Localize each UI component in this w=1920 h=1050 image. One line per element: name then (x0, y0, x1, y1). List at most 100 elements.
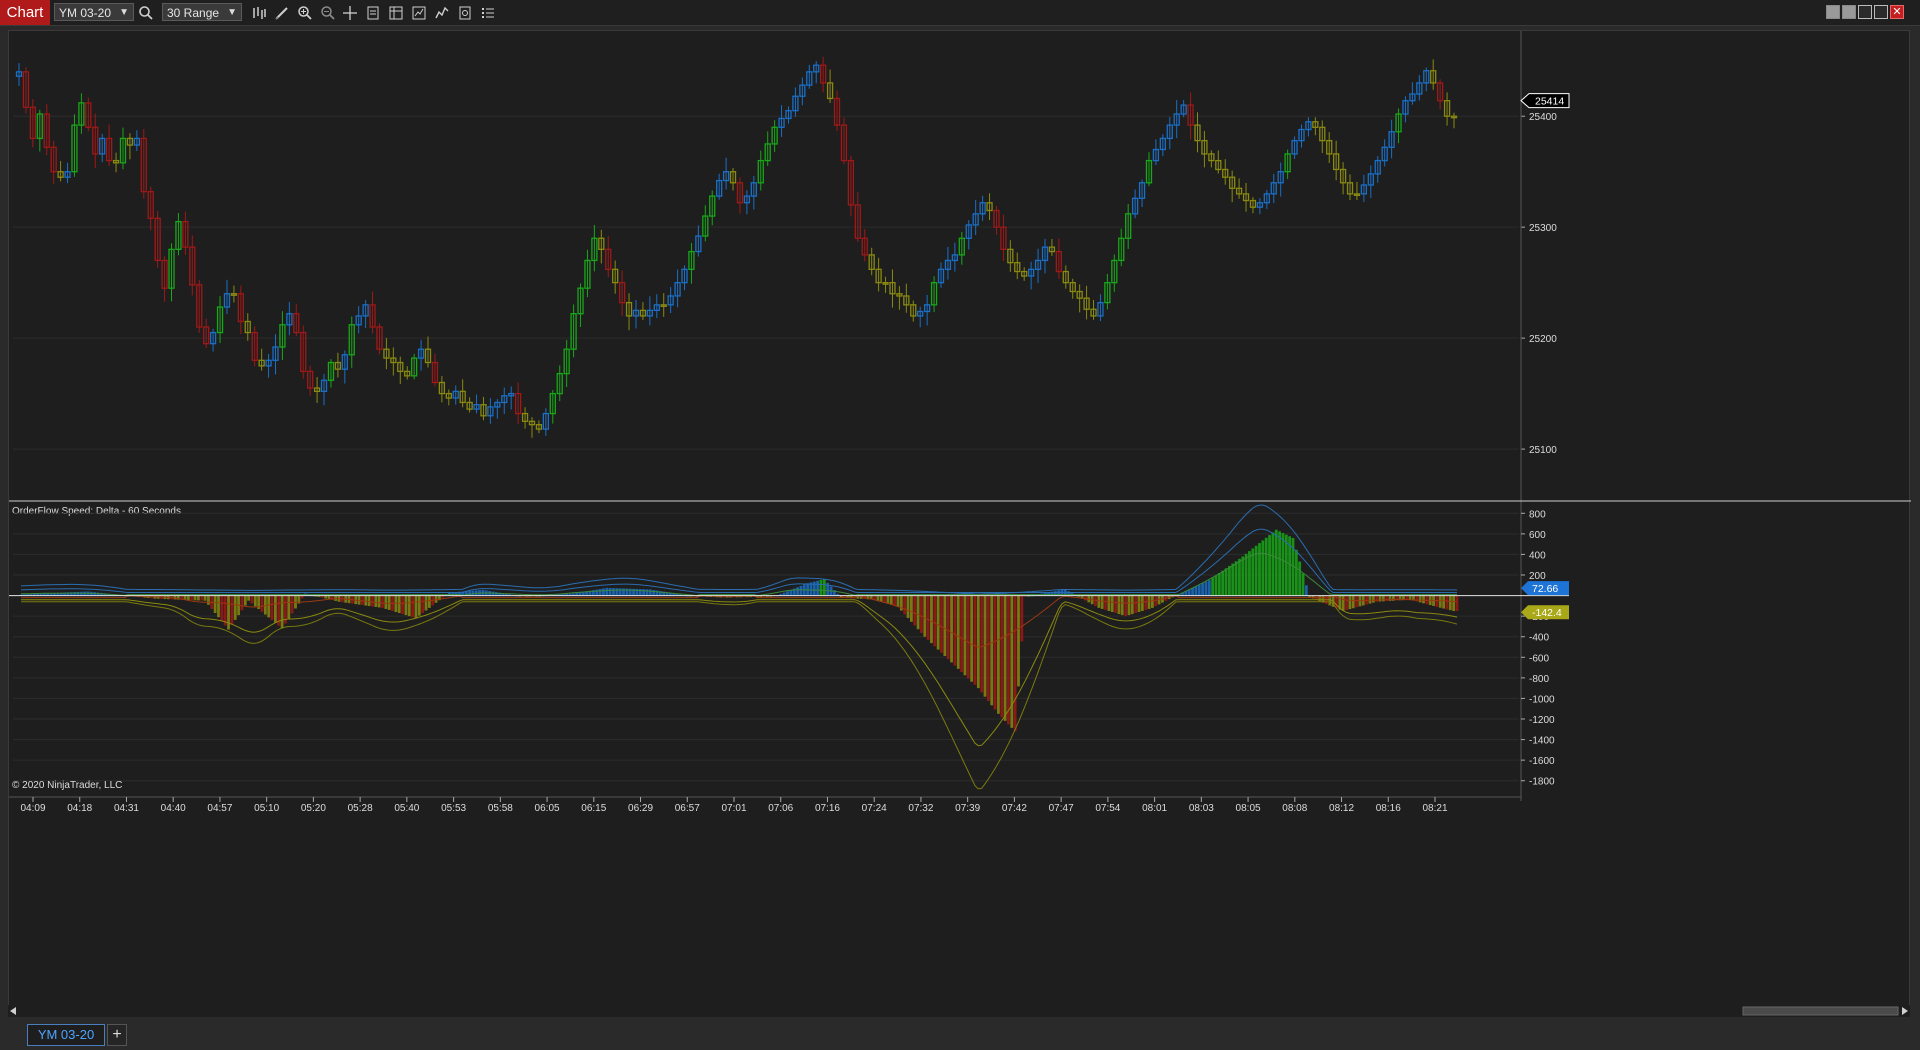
chart-canvas[interactable]: 25100 25200 25300 25400 25414 OrderFlow Speed… (9, 31, 1911, 1009)
maximize-icon[interactable] (1874, 5, 1888, 19)
delta-bar (930, 595, 933, 644)
delta-bar (966, 595, 970, 679)
close-icon[interactable]: ✕ (1890, 5, 1904, 19)
delta-bar (883, 595, 887, 603)
delta-bar (1371, 595, 1375, 603)
delta-bar (873, 595, 876, 600)
delta-bar (1448, 595, 1452, 611)
delta-bar (1000, 595, 1004, 718)
tile-icon[interactable] (1826, 5, 1840, 19)
delta-bar (1261, 540, 1265, 596)
minimize-icon[interactable] (1858, 5, 1872, 19)
price-tick-label: 25300 (1529, 223, 1557, 234)
delta-bar (230, 595, 234, 625)
lower-band-line (21, 601, 1458, 790)
chart-area[interactable]: 25100 25200 25300 25400 25414 OrderFlow Speed… (8, 30, 1911, 1009)
delta-bar (381, 595, 384, 608)
delta-bar (913, 595, 917, 626)
delta-bar (421, 595, 425, 614)
delta-bar (287, 595, 291, 619)
delta-bar (1318, 595, 1322, 602)
delta-bar (956, 595, 960, 669)
time-tick-label: 08:21 (1422, 803, 1447, 814)
delta-bar (602, 588, 605, 596)
draw-pencil-icon[interactable] (272, 3, 292, 22)
delta-bar (1341, 595, 1345, 611)
delta-bar (1381, 595, 1385, 602)
delta-bar (374, 595, 378, 607)
time-tick-label: 07:54 (1095, 803, 1120, 814)
delta-bar (401, 595, 404, 615)
delta-bar (618, 588, 622, 596)
delta-bar (1214, 575, 1218, 596)
delta-bar (920, 595, 923, 633)
delta-bar (896, 595, 900, 607)
strategies-icon[interactable] (409, 3, 429, 22)
price-tick-label: 25200 (1529, 334, 1557, 345)
indicator-tick-label: 200 (1529, 571, 1546, 582)
delta-bar (1348, 595, 1352, 610)
time-tick-label: 07:06 (768, 803, 793, 814)
delta-bar (1455, 595, 1459, 611)
scroll-right-icon[interactable] (1902, 1007, 1908, 1015)
add-tab-button[interactable]: + (107, 1024, 127, 1046)
delta-bar (822, 579, 826, 596)
delta-bar (598, 588, 602, 596)
delta-bar (909, 595, 913, 622)
zoom-out-icon[interactable] (318, 3, 338, 22)
properties-icon[interactable] (363, 3, 383, 22)
time-tick-label: 04:18 (67, 803, 92, 814)
delta-bar (816, 580, 820, 596)
indicator-tick-label: -800 (1529, 674, 1549, 685)
instrument-tab[interactable]: YM 03-20 (27, 1024, 105, 1046)
time-tick-label: 08:03 (1189, 803, 1214, 814)
delta-bar (407, 595, 411, 617)
delta-bar (1007, 595, 1010, 725)
delta-bar (1124, 595, 1128, 617)
bar-type-selector[interactable]: 30 Range ▼ (162, 3, 242, 21)
indicator-tick-label: -1800 (1529, 777, 1555, 788)
object-tree-icon[interactable] (478, 3, 498, 22)
time-tick-label: 06:29 (628, 803, 653, 814)
delta-bar (1227, 565, 1231, 596)
delta-bar (943, 595, 947, 656)
instrument-selector[interactable]: YM 03-20 ▼ (54, 3, 134, 21)
time-tick-label: 07:47 (1049, 803, 1074, 814)
delta-bar (227, 595, 230, 630)
delta-bar (1422, 595, 1425, 604)
zoom-in-icon[interactable] (295, 3, 315, 22)
delta-bar (1271, 532, 1275, 596)
templates-icon[interactable] (386, 3, 406, 22)
delta-bar (223, 595, 227, 626)
time-tick-label: 04:31 (114, 803, 139, 814)
search-icon[interactable] (136, 3, 156, 22)
time-tick-label: 05:10 (254, 803, 279, 814)
time-tick-label: 07:39 (955, 803, 980, 814)
instrument-selector-value: YM 03-20 (59, 6, 112, 20)
delta-bar (1304, 585, 1308, 596)
time-tick-label: 08:05 (1236, 803, 1261, 814)
scroll-left-icon[interactable] (10, 1007, 16, 1015)
chevron-down-icon: ▼ (119, 7, 129, 18)
data-box-icon[interactable] (455, 3, 475, 22)
delta-bar (334, 595, 338, 601)
chart-tab[interactable]: Chart (0, 0, 50, 25)
restore-icon[interactable] (1842, 5, 1856, 19)
delta-bar (1268, 535, 1271, 596)
horizontal-scrollbar[interactable] (8, 1005, 1910, 1017)
delta-bar (1154, 595, 1158, 607)
crosshair-icon[interactable] (340, 3, 360, 22)
bar-style-icon[interactable] (249, 3, 269, 22)
tab-bar: YM 03-20 + (0, 1018, 1920, 1050)
delta-bar (1020, 595, 1024, 642)
delta-bar (595, 589, 599, 596)
scroll-thumb[interactable] (1742, 1006, 1899, 1016)
indicators-icon[interactable] (432, 3, 452, 22)
delta-bar (1445, 595, 1449, 610)
delta-bar (1408, 595, 1412, 600)
delta-bar (1197, 584, 1201, 596)
time-tick-label: 08:12 (1329, 803, 1354, 814)
delta-bar (1097, 595, 1101, 608)
delta-bar (213, 595, 217, 614)
delta-bar (387, 595, 391, 610)
